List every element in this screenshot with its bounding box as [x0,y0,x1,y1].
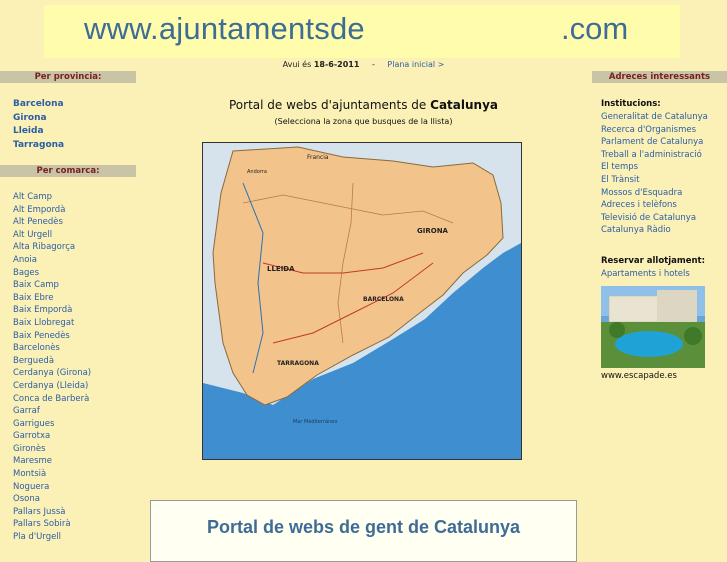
comarca-link[interactable]: Alt Empordà [13,205,136,218]
comarca-link[interactable]: Alta Ribagorça [13,242,136,255]
title-bold: Catalunya [430,98,498,112]
comarca-link[interactable]: Alt Penedès [13,217,136,230]
comarca-link[interactable]: Baix Llobregat [13,318,136,331]
comarca-link[interactable]: Osona [13,494,136,507]
comarca-link[interactable]: Cerdanya (Girona) [13,368,136,381]
interesting-links-header: Adreces interessants [592,71,727,83]
separator: - [371,60,375,69]
province-link[interactable]: Tarragona [13,140,136,154]
institution-link[interactable]: El Trànsit [601,175,727,188]
map-label-girona[interactable]: GIRONA [417,227,449,235]
comarca-link[interactable]: Alt Urgell [13,230,136,243]
comarca-link[interactable]: Baix Camp [13,280,136,293]
comarca-header: Per comarca: [0,165,136,177]
comarca-link[interactable]: Baix Ebre [13,293,136,306]
hotel-photo[interactable] [601,285,705,368]
comarca-link[interactable]: Pallars Sobirà [13,519,136,532]
lodging-link[interactable]: Apartaments i hotels [601,269,727,282]
comarca-link[interactable]: Alt Camp [13,192,136,205]
people-portal-title[interactable]: Portal de webs de gent de Catalunya [151,517,576,538]
comarca-link[interactable]: Pallars Jussà [13,507,136,520]
map-label-barcelona[interactable]: BARCELONA [363,296,404,303]
institutions-header: Institucions: [601,99,661,109]
map-label-sea: Mar Mediterráneo [293,418,337,425]
comarca-link[interactable]: Noguera [13,482,136,495]
photo-building [657,289,697,322]
institution-link[interactable]: Recerca d'Organismes [601,125,727,138]
photo-caption: www.escapade.es [601,370,677,381]
comarca-link[interactable]: Anoia [13,255,136,268]
institution-link[interactable]: Televisió de Catalunya [601,213,727,226]
comarca-link[interactable]: Cerdanya (Lleida) [13,381,136,394]
map-label-andorra: Andorra [247,169,267,175]
comarca-link[interactable]: Montsià [13,469,136,482]
comarca-link[interactable]: Garraf [13,406,136,419]
photo-tree [609,321,625,338]
institution-link[interactable]: Catalunya Ràdio [601,225,727,238]
comarca-link[interactable]: Baix Empordà [13,305,136,318]
province-list: Barcelona Girona Lleida Tarragona [0,83,136,153]
domain-text-left: www.ajuntamentsde [84,11,365,46]
comarca-link[interactable]: Gironès [13,444,136,457]
home-link[interactable]: Plana inicial > [387,60,444,69]
lodging-header: Reservar allotjament: [601,255,706,266]
domain-text-right: .com [561,11,629,46]
map-label-lleida[interactable]: LLEIDA [267,265,295,273]
comarca-link[interactable]: Garrigues [13,419,136,432]
province-link[interactable]: Barcelona [13,99,136,113]
map-label-france: Francia [307,154,329,161]
comarca-link[interactable]: Barcelonès [13,343,136,356]
dateline: Avui és 18-6-2011 - Plana inicial > [0,60,727,69]
right-sidebar: Adreces interessants Institucions: Gener… [592,71,727,545]
date-prefix: Avui és [282,60,312,69]
map-label-tarragona[interactable]: TARRAGONA [277,360,319,367]
people-portal-box[interactable]: Portal de webs de gent de Catalunya [150,500,577,562]
institution-link[interactable]: Adreces i telèfons [601,200,727,213]
institution-link[interactable]: Treball a l'administració [601,150,727,163]
map-graphic: Francia Andorra LLEIDA GIRONA BARCELONA … [203,143,521,459]
institution-link[interactable]: Parlament de Catalunya [601,137,727,150]
hotel-photo-graphic [601,285,705,368]
current-date: 18-6-2011 [313,60,360,69]
province-link[interactable]: Girona [13,113,136,127]
comarca-link[interactable]: Berguedà [13,356,136,369]
site-banner: www.ajuntamentsde .com [44,5,680,58]
province-link[interactable]: Lleida [13,126,136,140]
title-prefix: Portal de webs d'ajuntaments de [229,98,427,112]
comarca-link[interactable]: Bages [13,268,136,281]
institution-link[interactable]: El temps [601,162,727,175]
photo-tree [684,326,702,345]
institution-link[interactable]: Generalitat de Catalunya [601,112,727,125]
left-sidebar: Per provincia: Barcelona Girona Lleida T… [0,71,136,545]
comarca-link[interactable]: Conca de Barberà [13,394,136,407]
comarca-link[interactable]: Maresme [13,456,136,469]
comarca-link[interactable]: Pla d'Urgell [13,532,136,545]
institution-link[interactable]: Mossos d'Esquadra [601,188,727,201]
page-subtitle: (Selecciona la zona que busques de la ll… [274,117,453,126]
main-content: Portal de webs d'ajuntaments de Cataluny… [137,71,590,562]
photo-pool [615,330,683,357]
page-title: Portal de webs d'ajuntaments de Cataluny… [137,98,590,112]
catalonia-map[interactable]: Francia Andorra LLEIDA GIRONA BARCELONA … [202,142,522,460]
comarca-link[interactable]: Baix Penedès [13,331,136,344]
province-header: Per provincia: [0,71,136,83]
comarca-list: Alt Camp Alt Empordà Alt Penedès Alt Urg… [0,177,136,545]
comarca-link[interactable]: Garrotxa [13,431,136,444]
